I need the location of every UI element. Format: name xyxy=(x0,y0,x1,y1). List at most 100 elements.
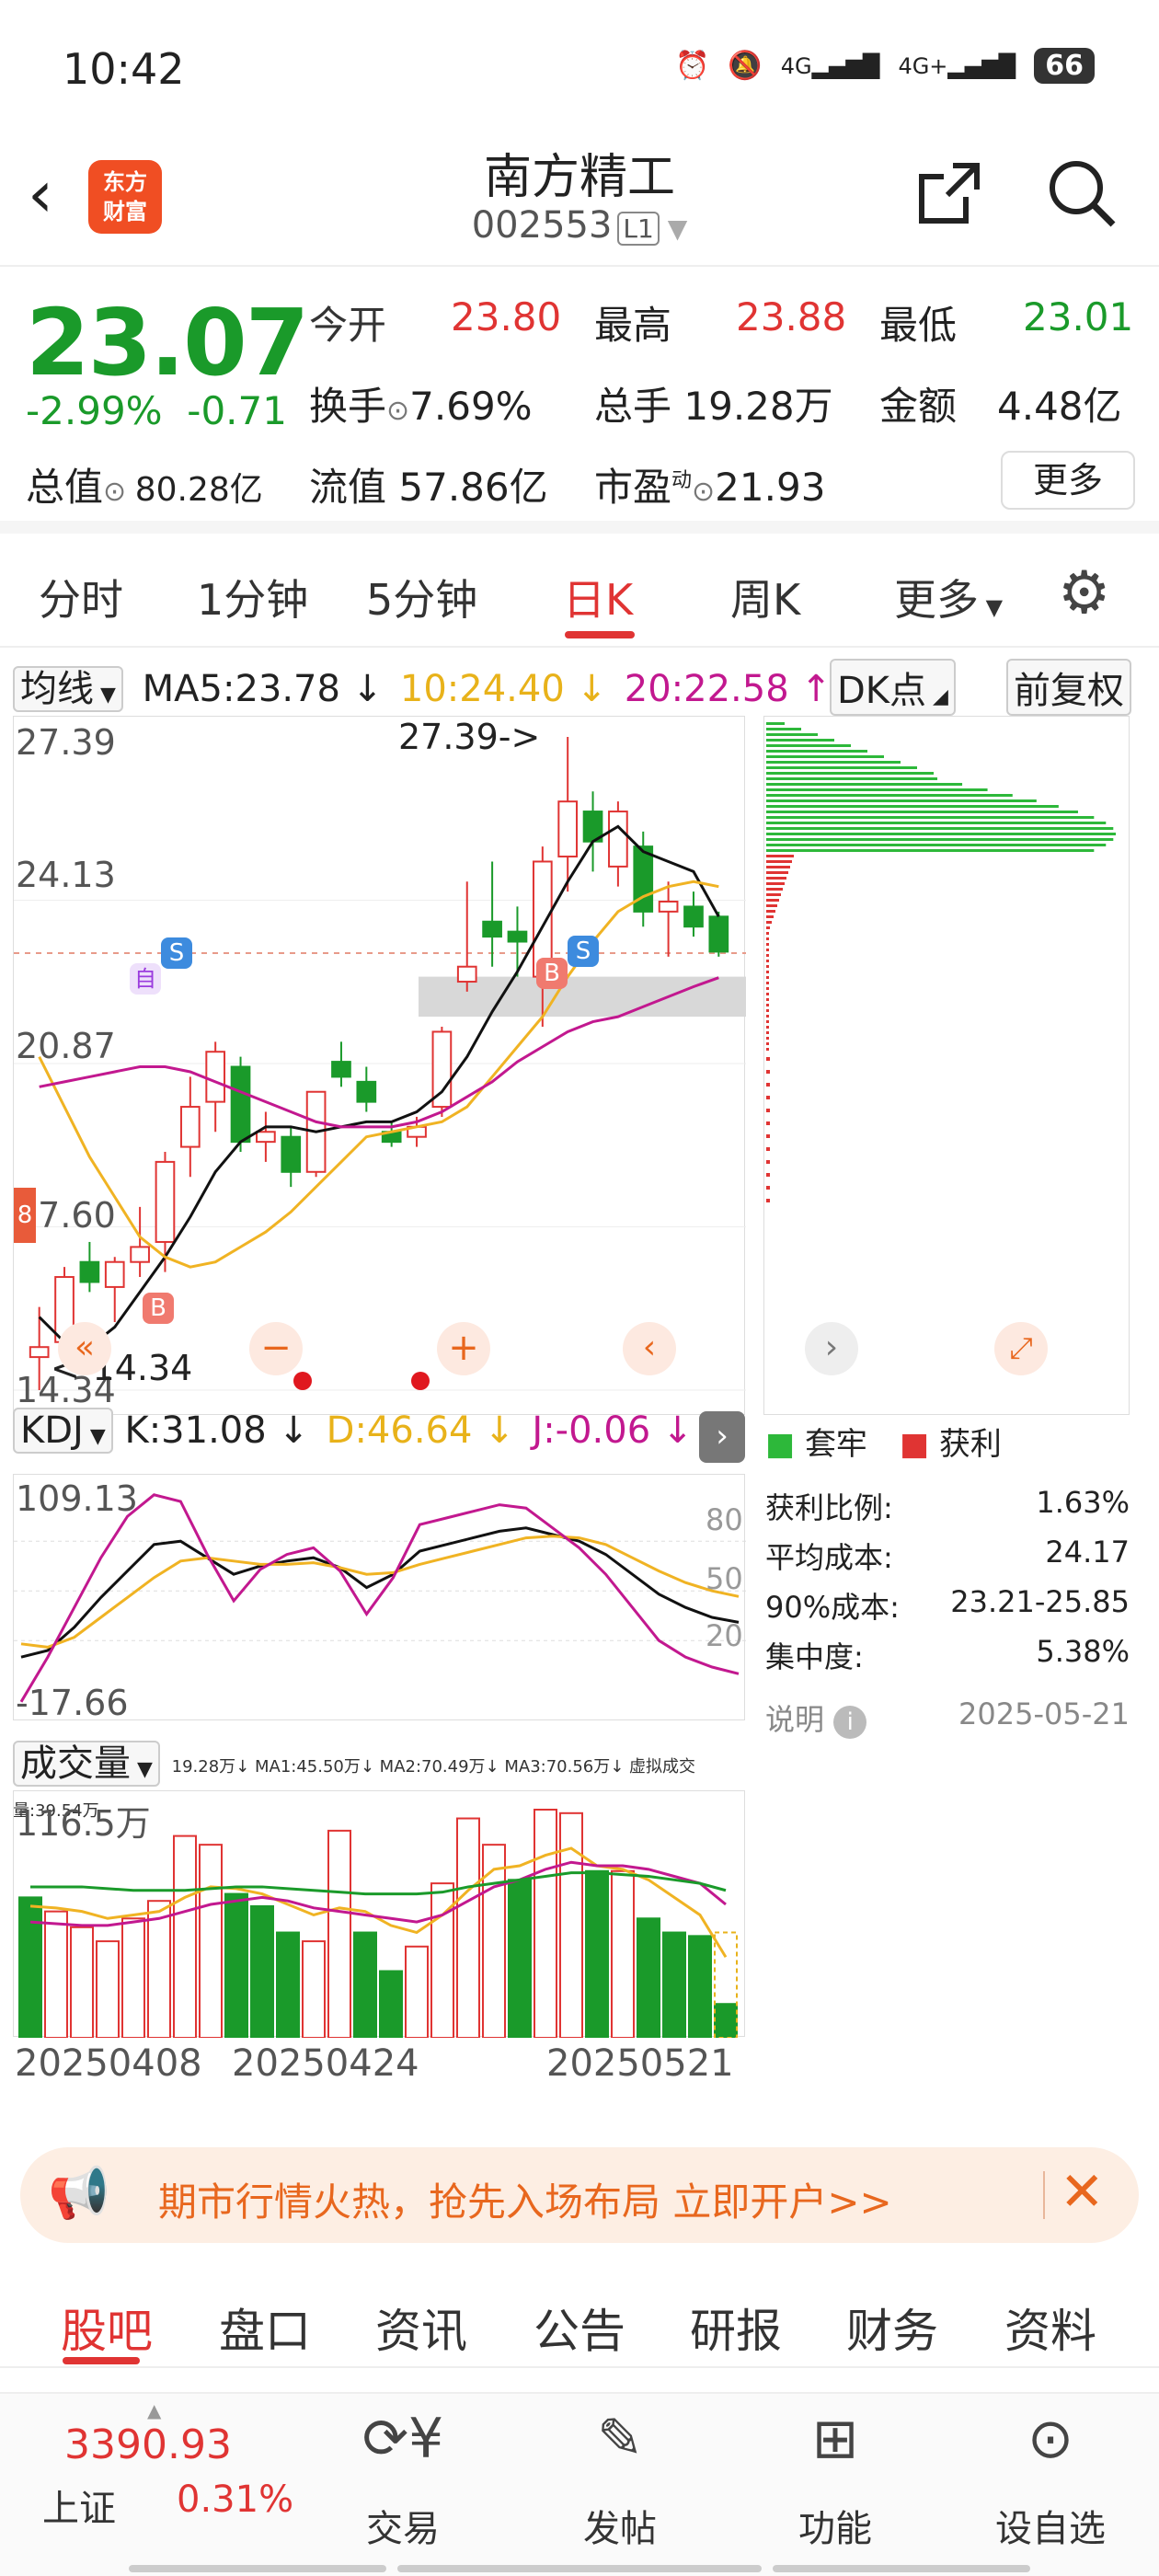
scroll-left-icon[interactable]: ‹ xyxy=(623,1322,676,1375)
candle-body xyxy=(130,1246,150,1263)
chip-bar xyxy=(766,838,1114,841)
chip-bar xyxy=(766,772,934,775)
ma-indicator-bar: 均线 ▼ MA5:23.78 ↓ 10:24.40 ↓ 20:22.58 ↑ D… xyxy=(13,659,1144,716)
tab-more[interactable]: 更多 ▼ xyxy=(894,567,1003,627)
zoom-out-icon[interactable]: − xyxy=(249,1322,303,1375)
stock-code[interactable]: 002553 L1 ▼ xyxy=(0,204,1159,247)
chip-bar xyxy=(766,1199,770,1202)
tab-research[interactable]: 研报 xyxy=(690,2294,782,2361)
volume-bar xyxy=(637,1917,660,2039)
kline-panel[interactable]: 27.39 24.13 20.87 17.60 14.34 27.39-> <-… xyxy=(13,716,746,1415)
candle-body xyxy=(456,965,477,983)
tab-profile[interactable]: 资料 xyxy=(1004,2294,1096,2361)
chip-bar xyxy=(766,766,917,769)
scroll-left-fast-icon[interactable]: « xyxy=(58,1322,111,1375)
self-select-marker[interactable]: 自 xyxy=(130,963,161,995)
chip-bar xyxy=(766,844,1107,846)
tab-weekly-k[interactable]: 周K xyxy=(730,567,800,627)
expand-icon[interactable]: ⤢ xyxy=(994,1322,1048,1375)
chip-bar xyxy=(766,1096,770,1099)
trade-icon: ⟳¥ xyxy=(361,2407,444,2471)
content-tabs: 股吧 盘口 资讯 公告 研报 财务 资料 xyxy=(0,2267,1159,2368)
kdj-d-value: D:46.64 ↓ xyxy=(326,1409,515,1452)
share-icon[interactable] xyxy=(916,160,982,242)
chip-bar xyxy=(766,1134,770,1138)
x-date-label: 20250521 xyxy=(546,2042,734,2085)
kdj-level: 20 xyxy=(706,1618,743,1653)
high-label: 最高 xyxy=(594,303,672,348)
tab-5min[interactable]: 5分钟 xyxy=(366,567,477,627)
chip-chart xyxy=(766,722,1116,1202)
candle-body xyxy=(230,1065,251,1144)
chip-bar xyxy=(766,987,769,990)
sell-marker[interactable]: S xyxy=(161,937,192,969)
chip-bar xyxy=(766,882,785,885)
chip-note[interactable]: 说明 i xyxy=(765,1696,867,1739)
volume-bar xyxy=(534,1809,557,2039)
chip-bar xyxy=(766,965,769,968)
tab-announcements[interactable]: 公告 xyxy=(534,2294,625,2361)
tab-finance[interactable]: 财务 xyxy=(846,2294,938,2361)
collapse-icon[interactable]: › xyxy=(699,1411,745,1463)
kdj-selector[interactable]: KDJ ▼ xyxy=(13,1408,113,1454)
y-tick-label: 20.87 xyxy=(16,1026,116,1066)
kdj-panel[interactable]: 109.13 -17.66 80 50 20 xyxy=(13,1474,746,1723)
volume-bar xyxy=(405,1945,429,2039)
chip-bar xyxy=(766,1057,770,1061)
nav-trade[interactable]: ⟳¥ 交易 xyxy=(320,2407,486,2552)
tab-news[interactable]: 资讯 xyxy=(375,2294,467,2361)
promo-banner[interactable]: 📢 期市行情火热，抢先入场布局 立即开户>> ✕ xyxy=(20,2147,1139,2243)
volume-bar xyxy=(224,1892,248,2039)
banner-text: 期市行情火热，抢先入场布局 立即开户>> xyxy=(158,2179,892,2225)
tab-1min[interactable]: 1分钟 xyxy=(197,567,308,627)
price-change: -2.99% -0.71 xyxy=(26,388,287,433)
volume-cell: 总手 19.28万 xyxy=(594,384,833,429)
chip-bar xyxy=(766,871,788,874)
chip-stat-row: 平均成本: 24.17 xyxy=(765,1535,1130,1575)
adjust-selector[interactable]: 前复权 xyxy=(1006,659,1131,716)
chip-bar xyxy=(766,915,774,918)
volume-bar xyxy=(379,1970,403,2039)
low-label: 最低 xyxy=(879,303,958,348)
index-value[interactable]: 3390.93 xyxy=(64,2421,232,2468)
side-tag: 8 xyxy=(14,1188,36,1243)
chip-bar xyxy=(766,899,779,902)
chip-bar xyxy=(766,926,770,929)
chip-bar xyxy=(766,1026,769,1029)
candle-body xyxy=(281,1135,302,1173)
candle-body xyxy=(179,1106,201,1148)
search-icon[interactable] xyxy=(1045,156,1119,246)
scroll-right-icon[interactable]: › xyxy=(805,1322,858,1375)
more-button[interactable]: 更多 xyxy=(1001,451,1135,510)
candle-body xyxy=(256,1131,276,1144)
sell-marker[interactable]: S xyxy=(568,936,599,967)
tab-timeshare[interactable]: 分时 xyxy=(39,567,123,627)
chip-bar xyxy=(766,1037,769,1040)
tab-guba[interactable]: 股吧 xyxy=(61,2294,153,2361)
volume-panel[interactable]: 116.5万 xyxy=(13,1790,745,2040)
ma-selector[interactable]: 均线 ▼ xyxy=(13,666,123,712)
chip-bar xyxy=(766,937,769,940)
nav-post[interactable]: ✎ 发帖 xyxy=(537,2407,703,2552)
buy-marker[interactable]: B xyxy=(536,958,568,989)
zoom-in-icon[interactable]: + xyxy=(437,1322,490,1375)
tab-daily-k[interactable]: 日K xyxy=(563,567,633,627)
nav-functions[interactable]: ⊞ 功能 xyxy=(752,2407,918,2552)
legend-trapped: ■ 套牢 xyxy=(765,1426,867,1463)
volume-selector[interactable]: 成交量 ▼ xyxy=(13,1741,160,1787)
volume-bar xyxy=(70,1926,94,2039)
volume-bar xyxy=(585,1869,609,2040)
ma5-value: MA5:23.78 ↓ xyxy=(142,668,384,710)
chip-bar xyxy=(766,833,1116,835)
dk-point-selector[interactable]: DK点 ◢ xyxy=(830,659,956,716)
close-icon[interactable]: ✕ xyxy=(1060,2160,1105,2223)
tab-pankou[interactable]: 盘口 xyxy=(219,2294,311,2361)
chip-bar xyxy=(766,1048,769,1051)
mute-icon: 🔕 xyxy=(728,50,763,82)
alarm-icon: ⏰ xyxy=(675,50,710,82)
gear-icon[interactable]: ⚙ xyxy=(1058,559,1110,627)
nav-add-watchlist[interactable]: ⊙ 设自选 xyxy=(968,2407,1133,2552)
volume-bar xyxy=(482,1844,506,2040)
chip-bar xyxy=(766,849,1095,852)
buy-marker[interactable]: B xyxy=(143,1293,174,1324)
